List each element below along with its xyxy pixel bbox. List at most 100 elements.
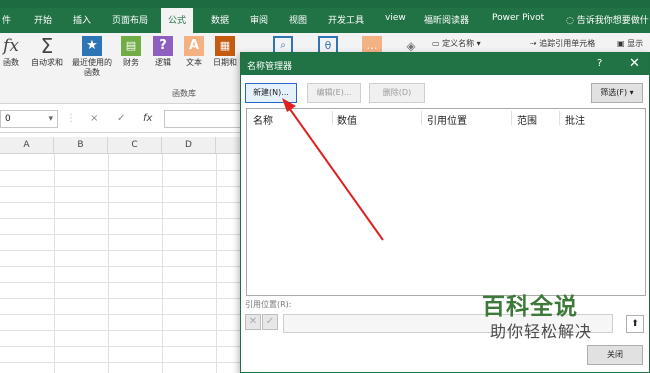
tell-me-search[interactable]: ◌ 告诉我你想要做什 (566, 13, 649, 26)
close-button[interactable]: 关闭 (587, 345, 643, 365)
grid-line (0, 362, 240, 363)
column-header-a[interactable]: A (0, 137, 54, 154)
watermark-title: 百科全说 (482, 294, 578, 320)
autosum-label: 自动求和 (31, 58, 63, 67)
financial-button[interactable]: ▤ 财务 (118, 36, 144, 68)
grid-line (0, 330, 240, 331)
tab-review[interactable]: 审阅 (250, 13, 268, 26)
star-icon: ★ (82, 36, 102, 56)
trace-precedents-icon: ⇢ (530, 39, 540, 48)
collapse-dialog-icon[interactable]: ⬆ (626, 315, 644, 333)
watermark-subtitle: 助你轻松解决 (490, 322, 593, 341)
define-name-button[interactable]: ▭ 定义名称 ▾ (432, 38, 481, 49)
filter-button[interactable]: 筛选(F) ▾ (591, 83, 643, 103)
tab-developer[interactable]: 开发工具 (328, 13, 364, 26)
grid-line (0, 170, 240, 171)
grid-line (0, 186, 240, 187)
show-formulas-label: 显示 (627, 39, 644, 48)
grid-line (0, 234, 240, 235)
enter-formula-icon[interactable]: ✓ (117, 113, 125, 124)
fx-icon: fx (3, 36, 19, 56)
recently-used-label-1: 最近使用的 (72, 58, 112, 67)
financial-icon: ▤ (121, 36, 141, 56)
grid-line (0, 298, 240, 299)
column-header-d[interactable]: D (162, 137, 216, 154)
autosum-button[interactable]: Σ 自动求和 (27, 36, 67, 68)
edit-name-button[interactable]: 编辑(E)... (307, 83, 361, 103)
tab-data[interactable]: 数据 (211, 13, 229, 26)
question-icon: ? (153, 36, 173, 56)
sigma-icon: Σ (40, 34, 54, 58)
confirm-check-icon[interactable]: ✓ (262, 314, 278, 330)
recently-used-button[interactable]: ★ 最近使用的 函数 (70, 36, 114, 78)
names-list[interactable]: 名称 数值 引用位置 范围 批注 (246, 108, 646, 296)
delete-name-button[interactable]: 删除(D) (369, 83, 425, 103)
column-comment[interactable]: 批注 (565, 112, 585, 127)
tab-formulas[interactable]: 公式 (161, 8, 194, 33)
column-separator (559, 111, 560, 125)
datetime-label: 日期和 (213, 58, 237, 67)
insert-function-fx-icon[interactable]: fx (143, 113, 152, 124)
grid-line (0, 314, 240, 315)
grid-line (0, 266, 240, 267)
recently-used-label-2: 函数 (84, 68, 100, 77)
column-scope[interactable]: 范围 (517, 112, 537, 127)
name-box[interactable]: 0 ▾ (0, 110, 58, 128)
column-separator (421, 111, 422, 125)
tab-home[interactable]: 开始 (34, 13, 52, 26)
text-a-icon: A (184, 36, 204, 56)
datetime-button[interactable]: ▦ 日期和 (210, 36, 240, 68)
show-formulas-button[interactable]: ▣ 显示 (617, 38, 643, 49)
column-refers-to[interactable]: 引用位置 (427, 112, 467, 127)
financial-label: 财务 (123, 58, 139, 67)
chevron-down-icon: ▾ (48, 114, 53, 124)
text-button[interactable]: A 文本 (181, 36, 207, 68)
show-formulas-icon: ▣ (617, 39, 628, 48)
lightbulb-icon: ◌ (566, 16, 577, 26)
column-header-c[interactable]: C (108, 137, 162, 154)
grid-line (0, 202, 240, 203)
logical-button[interactable]: ? 逻辑 (150, 36, 176, 68)
watermark-logo: 百科全说 助你轻松解决 (462, 285, 627, 345)
grid-line (0, 218, 240, 219)
close-icon[interactable]: ✕ (629, 56, 640, 71)
cancel-formula-icon[interactable]: × (90, 113, 98, 124)
dialog-title: 名称管理器 (247, 62, 293, 72)
calendar-icon: ▦ (215, 36, 235, 56)
column-value[interactable]: 数值 (337, 112, 357, 127)
more-dots-icon: ⋮ (66, 113, 76, 124)
define-name-icon: ▭ (432, 39, 443, 48)
tab-foxit[interactable]: 福昕阅读器 (424, 13, 469, 26)
tell-me-label: 告诉我你想要做什 (576, 16, 649, 26)
grid-line (0, 250, 240, 251)
insert-function-label: 函数 (3, 58, 19, 67)
column-separator (511, 111, 512, 125)
column-separator (332, 111, 333, 125)
dialog-title-bar[interactable]: 名称管理器 ? ✕ (241, 53, 649, 75)
column-name[interactable]: 名称 (253, 112, 273, 127)
text-label: 文本 (186, 58, 202, 67)
name-box-value: 0 (5, 114, 11, 124)
help-icon[interactable]: ? (597, 58, 602, 69)
grid-line (0, 346, 240, 347)
ribbon-tab-bar: 件 开始 插入 页面布局 公式 数据 审阅 视图 开发工具 view 福昕阅读器… (0, 0, 650, 33)
tab-insert[interactable]: 插入 (73, 13, 91, 26)
tab-file[interactable]: 件 (2, 13, 11, 26)
new-name-button[interactable]: 新建(N)... (245, 83, 297, 103)
trace-precedents-label: 追踪引用单元格 (539, 39, 596, 48)
logical-label: 逻辑 (155, 58, 171, 67)
grid-line (0, 282, 240, 283)
column-header-b[interactable]: B (54, 137, 108, 154)
tab-power-pivot[interactable]: Power Pivot (492, 13, 544, 23)
tab-page-layout[interactable]: 页面布局 (112, 13, 148, 26)
refers-to-label: 引用位置(R): (245, 300, 292, 309)
cancel-x-icon[interactable]: ✕ (245, 314, 261, 330)
insert-function-button[interactable]: fx 函数 (0, 36, 22, 68)
trace-precedents-button[interactable]: ⇢ 追踪引用单元格 (530, 38, 595, 49)
define-name-label: 定义名称 (442, 39, 475, 48)
refers-to-buttons: ✕ ✓ (245, 314, 281, 332)
tab-view-en[interactable]: view (385, 13, 406, 23)
tab-view[interactable]: 视图 (289, 13, 307, 26)
function-library-group-label: 函数库 (172, 89, 196, 98)
title-strip (0, 0, 650, 8)
